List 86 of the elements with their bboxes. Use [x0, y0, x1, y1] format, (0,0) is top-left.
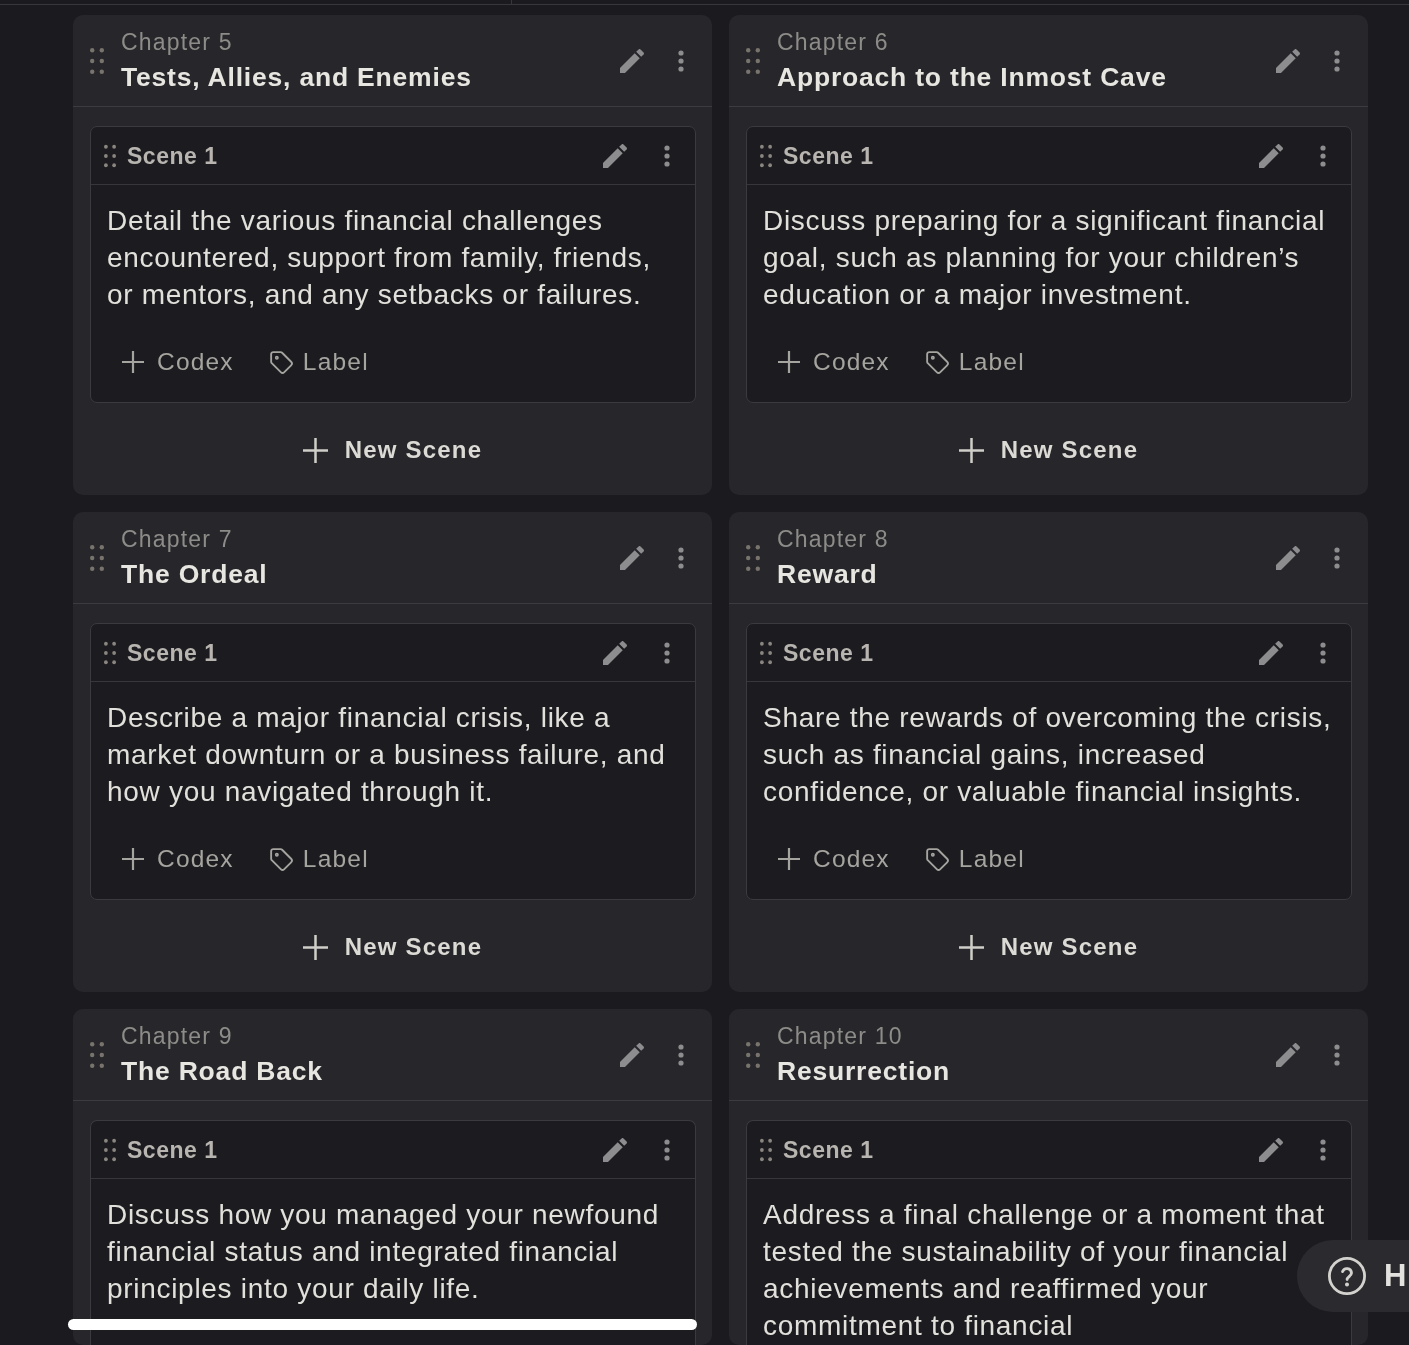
chapter-title: Reward — [777, 558, 879, 591]
tag-icon — [925, 847, 949, 871]
plus-icon — [958, 437, 984, 463]
add-label-button[interactable]: Label — [925, 844, 1025, 874]
kebab-menu-icon[interactable] — [1320, 144, 1326, 167]
chapter-number: Chapter 7 — [121, 525, 234, 553]
add-label-button[interactable]: Label — [925, 347, 1025, 377]
new-scene-button[interactable]: New Scene — [302, 430, 483, 470]
chapter-number: Chapter 5 — [121, 28, 234, 56]
drag-handle-icon[interactable] — [760, 143, 772, 168]
drag-handle-icon[interactable] — [760, 640, 772, 665]
scene-title: Scene 1 — [783, 1135, 875, 1165]
tag-icon — [925, 350, 949, 374]
chapter-number: Chapter 10 — [777, 1022, 904, 1050]
scene-description: Share the rewards of overcoming the crisis, such as financial gains, increased confidence, or valuable financial insights. — [763, 701, 1333, 809]
pencil-icon[interactable] — [1276, 545, 1300, 570]
scene-title: Scene 1 — [127, 638, 219, 668]
chapter-title: Tests, Allies, and Enemies — [121, 61, 473, 94]
drag-handle-icon[interactable] — [90, 47, 104, 74]
pencil-icon[interactable] — [1259, 1137, 1283, 1162]
drag-handle-icon[interactable] — [760, 1137, 772, 1162]
kebab-menu-icon[interactable] — [1320, 1138, 1326, 1161]
kebab-menu-icon[interactable] — [1320, 641, 1326, 664]
chapter-number: Chapter 8 — [777, 525, 890, 553]
drag-handle-icon[interactable] — [104, 143, 116, 168]
pencil-icon[interactable] — [620, 545, 644, 570]
help-button[interactable]: H — [1297, 1240, 1409, 1312]
drag-handle-icon[interactable] — [90, 1041, 104, 1068]
tag-icon — [269, 847, 293, 871]
scene-description: Discuss how you managed your newfound financial status and integrated financial principles into your daily life. — [107, 1198, 660, 1306]
scene-title: Scene 1 — [127, 1135, 219, 1165]
plus-icon — [778, 848, 800, 870]
kebab-menu-icon[interactable] — [664, 144, 670, 167]
plus-icon — [778, 351, 800, 373]
add-codex-button[interactable]: Codex — [778, 347, 890, 377]
scene-description: Detail the various financial challenges encountered, support from family, friends, or mentors, and any setbacks or failures. — [107, 204, 652, 312]
pencil-icon[interactable] — [1276, 1042, 1300, 1067]
pencil-icon[interactable] — [620, 1042, 644, 1067]
drag-handle-icon[interactable] — [746, 47, 760, 74]
add-label-button[interactable]: Label — [269, 844, 369, 874]
add-codex-button[interactable]: Codex — [122, 844, 234, 874]
add-label-button[interactable]: Label — [269, 347, 369, 377]
help-icon — [1328, 1257, 1366, 1295]
scene-title: Scene 1 — [783, 638, 875, 668]
pencil-icon[interactable] — [1259, 143, 1283, 168]
pencil-icon[interactable] — [603, 1137, 627, 1162]
pencil-icon[interactable] — [1276, 48, 1300, 73]
add-codex-button[interactable]: Codex — [122, 347, 234, 377]
scene-description: Discuss preparing for a significant financial goal, such as planning for your children’s education or a major investment. — [763, 204, 1327, 312]
tag-icon — [269, 350, 293, 374]
pencil-icon[interactable] — [1259, 640, 1283, 665]
drag-handle-icon[interactable] — [104, 640, 116, 665]
add-codex-button[interactable]: Codex — [778, 844, 890, 874]
pencil-icon[interactable] — [603, 143, 627, 168]
drag-handle-icon[interactable] — [90, 544, 104, 571]
kebab-menu-icon[interactable] — [1334, 1043, 1340, 1066]
chapter-title: The Ordeal — [121, 558, 269, 591]
scene-title: Scene 1 — [127, 141, 219, 171]
scrollbar-thumb[interactable] — [68, 1319, 697, 1330]
drag-handle-icon[interactable] — [746, 1041, 760, 1068]
chapter-title: Approach to the Inmost Cave — [777, 61, 1168, 94]
plus-icon — [122, 351, 144, 373]
kebab-menu-icon[interactable] — [678, 49, 684, 72]
new-scene-button[interactable]: New Scene — [958, 430, 1139, 470]
drag-handle-icon[interactable] — [104, 1137, 116, 1162]
plus-icon — [302, 437, 328, 463]
pencil-icon[interactable] — [603, 640, 627, 665]
chapter-number: Chapter 6 — [777, 28, 890, 56]
kebab-menu-icon[interactable] — [664, 1138, 670, 1161]
plus-icon — [958, 934, 984, 960]
new-scene-button[interactable]: New Scene — [302, 927, 483, 967]
kebab-menu-icon[interactable] — [678, 1043, 684, 1066]
scene-title: Scene 1 — [783, 141, 875, 171]
kebab-menu-icon[interactable] — [678, 546, 684, 569]
chapter-title: The Road Back — [121, 1055, 324, 1088]
plus-icon — [122, 848, 144, 870]
plus-icon — [302, 934, 328, 960]
drag-handle-icon[interactable] — [746, 544, 760, 571]
kebab-menu-icon[interactable] — [1334, 49, 1340, 72]
kebab-menu-icon[interactable] — [1334, 546, 1340, 569]
chapter-title: Resurrection — [777, 1055, 952, 1088]
new-scene-button[interactable]: New Scene — [958, 927, 1139, 967]
pencil-icon[interactable] — [620, 48, 644, 73]
scene-description: Describe a major financial crisis, like a market downturn or a business failure, and how you navigated through it. — [107, 701, 667, 809]
chapter-number: Chapter 9 — [121, 1022, 234, 1050]
kebab-menu-icon[interactable] — [664, 641, 670, 664]
